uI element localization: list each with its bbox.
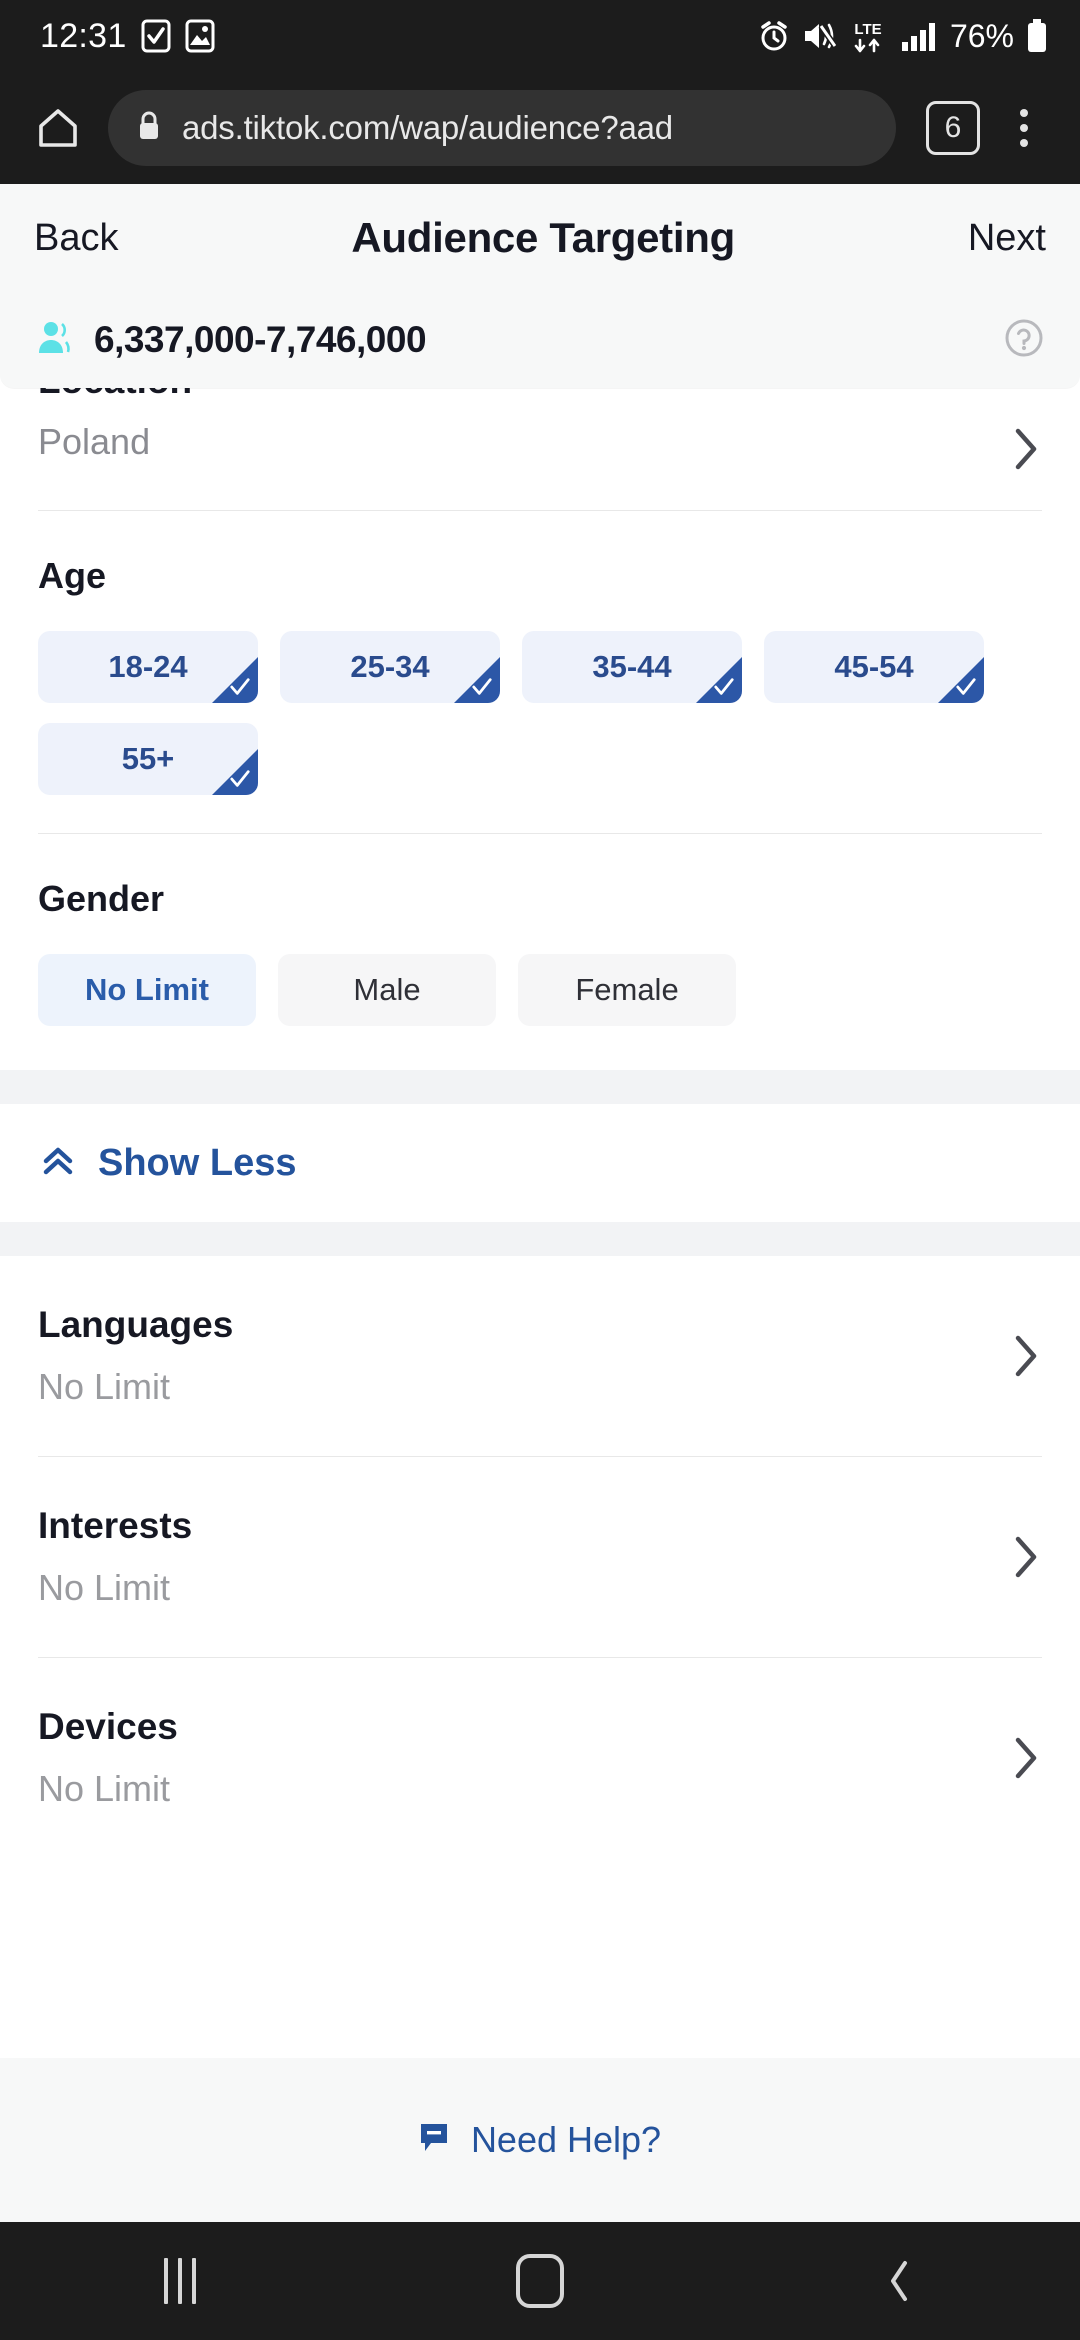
gender-section: Gender No Limit Male Female bbox=[0, 834, 1080, 1070]
languages-row[interactable]: Languages No Limit bbox=[0, 1256, 1080, 1456]
need-help-link[interactable]: Need Help? bbox=[471, 2119, 661, 2161]
location-title: Location bbox=[38, 388, 192, 399]
back-button-icon[interactable] bbox=[810, 2222, 990, 2340]
gender-chip-label: No Limit bbox=[85, 972, 209, 1007]
lock-icon bbox=[134, 109, 164, 148]
age-section: Age 18-24 25-34 35-44 45-54 55+ bbox=[0, 511, 1080, 833]
age-chip-35-44[interactable]: 35-44 bbox=[522, 631, 742, 703]
page-topbar: Back Audience Targeting Next bbox=[0, 184, 1080, 292]
chat-bubble-icon bbox=[419, 2121, 453, 2160]
section-gap bbox=[0, 1222, 1080, 1256]
status-clock: 12:31 bbox=[40, 16, 127, 55]
devices-title: Devices bbox=[38, 1706, 178, 1747]
check-icon bbox=[230, 770, 250, 787]
age-chip-55-plus[interactable]: 55+ bbox=[38, 723, 258, 795]
location-texts: Location Poland bbox=[38, 388, 192, 463]
next-button[interactable]: Next bbox=[968, 217, 1046, 260]
people-icon bbox=[34, 317, 76, 364]
age-chip-label: 35-44 bbox=[592, 649, 672, 684]
check-icon bbox=[714, 678, 734, 695]
browser-toolbar: ads.tiktok.com/wap/audience?aad 6 bbox=[0, 72, 1080, 184]
audience-count: 6,337,000-7,746,000 bbox=[94, 319, 427, 360]
home-icon[interactable] bbox=[22, 92, 94, 164]
languages-title: Languages bbox=[38, 1304, 234, 1345]
battery-icon bbox=[1026, 18, 1048, 54]
checkbox-icon bbox=[141, 19, 171, 53]
show-less-label: Show Less bbox=[98, 1141, 297, 1184]
location-row[interactable]: Location Poland bbox=[0, 388, 1080, 510]
android-nav-bar bbox=[0, 2222, 1080, 2340]
gender-chip-female[interactable]: Female bbox=[518, 954, 736, 1026]
help-circle-icon[interactable] bbox=[1002, 316, 1046, 365]
back-button[interactable]: Back bbox=[34, 217, 118, 260]
gender-chip-list: No Limit Male Female bbox=[38, 954, 1042, 1026]
location-value: Poland bbox=[38, 421, 151, 462]
audience-size-bar: 6,337,000-7,746,000 bbox=[0, 292, 1080, 388]
chevron-right-icon bbox=[1008, 1658, 1042, 1858]
age-chip-45-54[interactable]: 45-54 bbox=[764, 631, 984, 703]
interests-title: Interests bbox=[38, 1505, 193, 1546]
devices-value: No Limit bbox=[38, 1768, 171, 1809]
gender-title: Gender bbox=[38, 878, 165, 919]
android-status-bar: 12:31 LTE 76% bbox=[0, 0, 1080, 72]
chevron-right-icon bbox=[1008, 1256, 1042, 1456]
alarm-icon bbox=[758, 20, 790, 52]
age-chip-18-24[interactable]: 18-24 bbox=[38, 631, 258, 703]
signal-bars-icon bbox=[900, 20, 936, 52]
check-icon bbox=[230, 678, 250, 695]
chevron-right-icon bbox=[1008, 388, 1042, 510]
gender-chip-no-limit[interactable]: No Limit bbox=[38, 954, 256, 1026]
page-footer: Need Help? bbox=[0, 2058, 1080, 2222]
chevron-double-up-icon bbox=[38, 1141, 78, 1186]
age-chip-label: 25-34 bbox=[350, 649, 430, 684]
devices-row[interactable]: Devices No Limit bbox=[0, 1658, 1080, 1858]
age-chip-25-34[interactable]: 25-34 bbox=[280, 631, 500, 703]
interests-texts: Interests No Limit bbox=[38, 1505, 192, 1609]
gender-chip-label: Female bbox=[575, 972, 679, 1007]
age-chip-label: 18-24 bbox=[108, 649, 188, 684]
battery-percent: 76% bbox=[949, 17, 1014, 54]
web-page: Back Audience Targeting Next 6,337,000-7… bbox=[0, 184, 1080, 2222]
interests-value: No Limit bbox=[38, 1567, 171, 1608]
mute-icon bbox=[802, 20, 836, 52]
address-bar[interactable]: ads.tiktok.com/wap/audience?aad bbox=[108, 90, 896, 166]
chevron-right-icon bbox=[1008, 1457, 1042, 1657]
image-icon bbox=[185, 19, 215, 53]
section-gap bbox=[0, 1070, 1080, 1104]
tab-switcher-icon[interactable]: 6 bbox=[926, 101, 980, 155]
recents-icon[interactable] bbox=[90, 2222, 270, 2340]
check-icon bbox=[472, 678, 492, 695]
scrollable-content[interactable]: Location Poland Age 18-24 bbox=[0, 388, 1080, 2058]
gender-chip-male[interactable]: Male bbox=[278, 954, 496, 1026]
audience-size-group: 6,337,000-7,746,000 bbox=[34, 317, 427, 364]
age-title: Age bbox=[38, 555, 107, 596]
url-text: ads.tiktok.com/wap/audience?aad bbox=[182, 109, 673, 146]
interests-row[interactable]: Interests No Limit bbox=[0, 1457, 1080, 1657]
devices-texts: Devices No Limit bbox=[38, 1706, 178, 1810]
age-chip-label: 55+ bbox=[121, 741, 175, 776]
check-icon bbox=[956, 678, 976, 695]
gender-chip-label: Male bbox=[353, 972, 421, 1007]
age-chip-label: 45-54 bbox=[834, 649, 914, 684]
languages-texts: Languages No Limit bbox=[38, 1304, 233, 1408]
page-title: Audience Targeting bbox=[351, 214, 735, 261]
status-bar-right: LTE 76% bbox=[758, 18, 1048, 55]
lte-data-icon: LTE bbox=[848, 18, 888, 54]
languages-value: No Limit bbox=[38, 1366, 171, 1407]
status-bar-left: 12:31 bbox=[40, 17, 215, 56]
age-chip-list: 18-24 25-34 35-44 45-54 55+ bbox=[38, 631, 1042, 795]
phone-screen: 12:31 LTE 76% ads.tiktok.com/wap/audienc… bbox=[0, 0, 1080, 2340]
show-less-row[interactable]: Show Less bbox=[0, 1104, 1080, 1222]
home-button-icon[interactable] bbox=[450, 2222, 630, 2340]
svg-text:LTE: LTE bbox=[854, 21, 881, 38]
more-menu-icon[interactable] bbox=[994, 109, 1054, 147]
